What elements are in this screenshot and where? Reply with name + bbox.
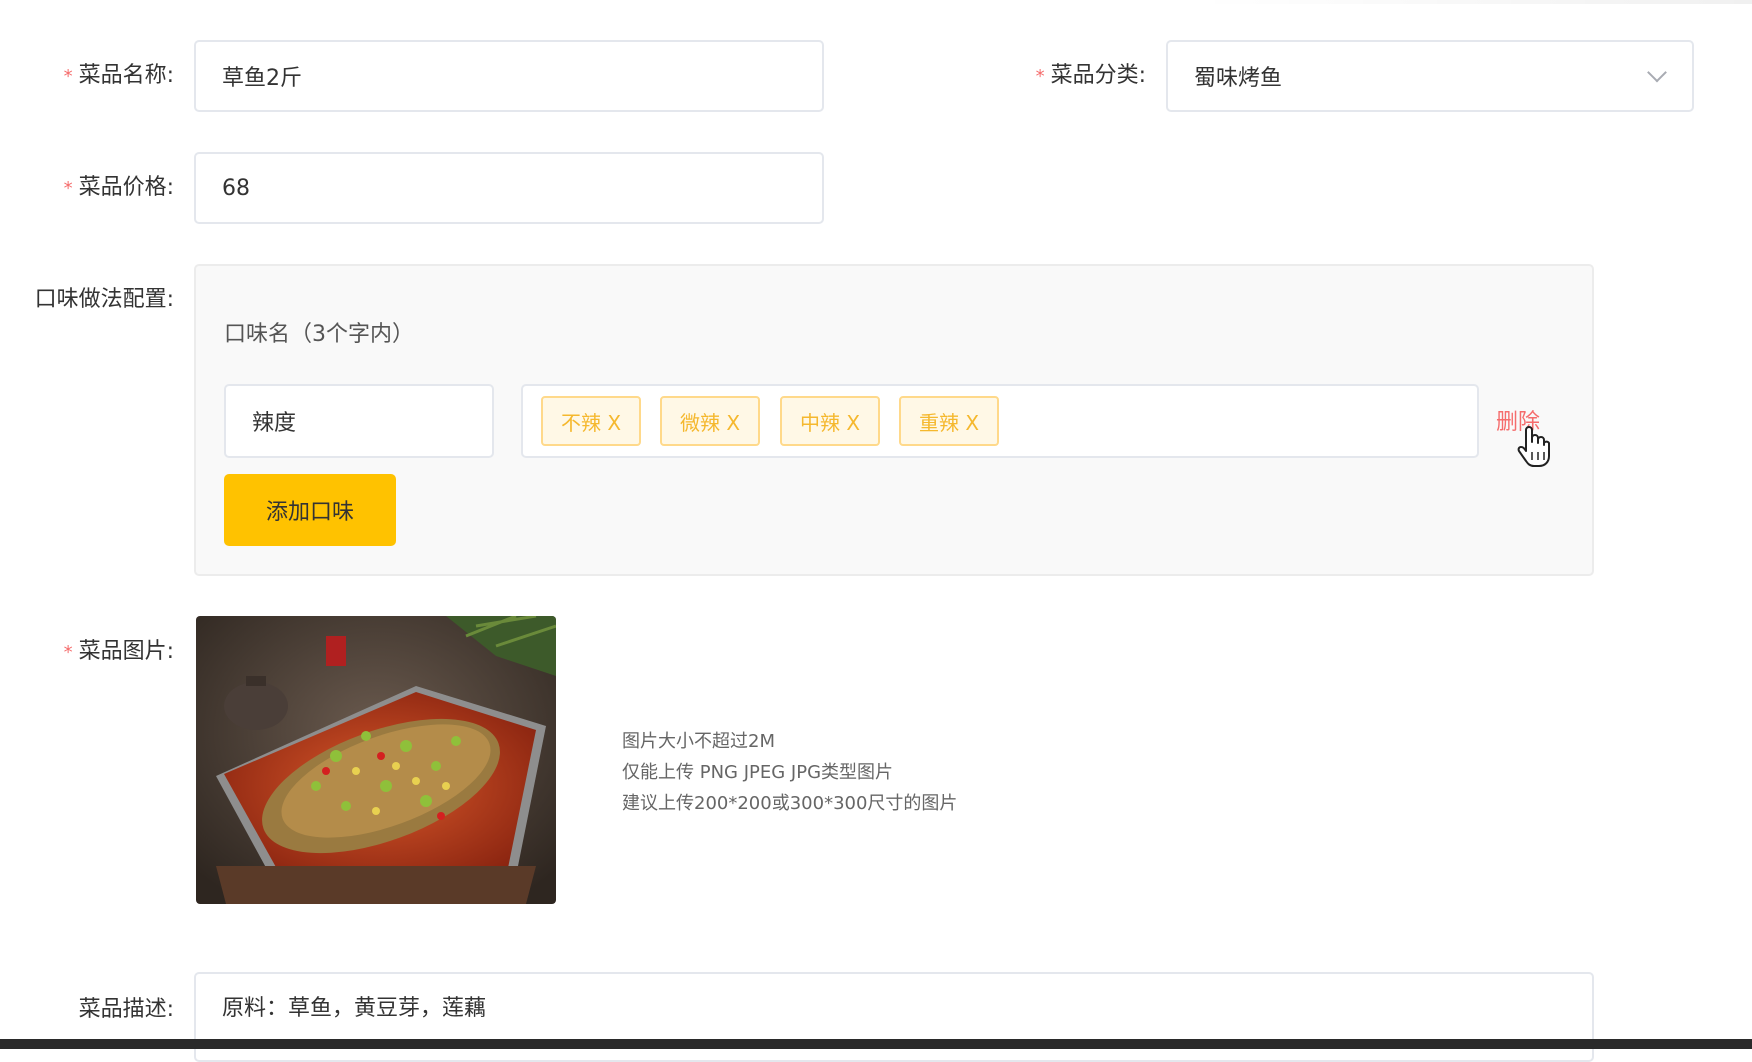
flavor-tags-input[interactable]: 不辣 X 微辣 X 中辣 X 重辣 X <box>521 384 1479 458</box>
hand-cursor-icon <box>1517 426 1550 467</box>
chevron-down-icon <box>1647 62 1667 83</box>
flavor-tag[interactable]: 不辣 X <box>541 396 641 446</box>
dish-image-upload[interactable] <box>196 616 556 904</box>
flavor-name-input[interactable]: 辣度 <box>224 384 494 458</box>
required-mark: * <box>63 642 73 663</box>
hint-line: 建议上传200*200或300*300尺寸的图片 <box>622 793 958 814</box>
required-mark: * <box>63 178 73 199</box>
dish-category-select[interactable]: 蜀味烤鱼 <box>1166 40 1694 112</box>
dish-description-label: 菜品描述: <box>78 997 174 1022</box>
top-edge-shadow <box>1196 0 1752 4</box>
flavor-name-heading: 口味名（3个字内） <box>224 322 414 347</box>
flavor-tag[interactable]: 中辣 X <box>780 396 880 446</box>
grilled-fish-photo <box>196 616 556 904</box>
flavor-tag[interactable]: 重辣 X <box>899 396 999 446</box>
dish-image-label: * 菜品图片: <box>63 639 174 664</box>
dish-price-label: * 菜品价格: <box>63 175 174 200</box>
hint-line: 仅能上传 PNG JPEG JPG类型图片 <box>622 762 894 783</box>
bottom-bar <box>0 1039 1752 1049</box>
dish-name-input[interactable]: 草鱼2斤 <box>194 40 824 112</box>
flavor-tag[interactable]: 微辣 X <box>660 396 760 446</box>
dish-price-input[interactable]: 68 <box>194 152 824 224</box>
required-mark: * <box>63 66 73 87</box>
image-upload-hints: 图片大小不超过2M 仅能上传 PNG JPEG JPG类型图片 建议上传200*… <box>622 726 957 819</box>
add-flavor-button[interactable]: 添加口味 <box>224 474 396 546</box>
dish-category-label: * 菜品分类: <box>1035 63 1146 88</box>
flavor-config-panel: 口味名（3个字内） 辣度 不辣 X 微辣 X 中辣 X 重辣 X 删除 添加口味 <box>194 264 1594 576</box>
flavor-config-label: 口味做法配置: <box>34 287 174 312</box>
required-mark: * <box>1035 66 1045 87</box>
hint-line: 图片大小不超过2M <box>622 731 775 752</box>
dish-name-label: * 菜品名称: <box>63 63 174 88</box>
